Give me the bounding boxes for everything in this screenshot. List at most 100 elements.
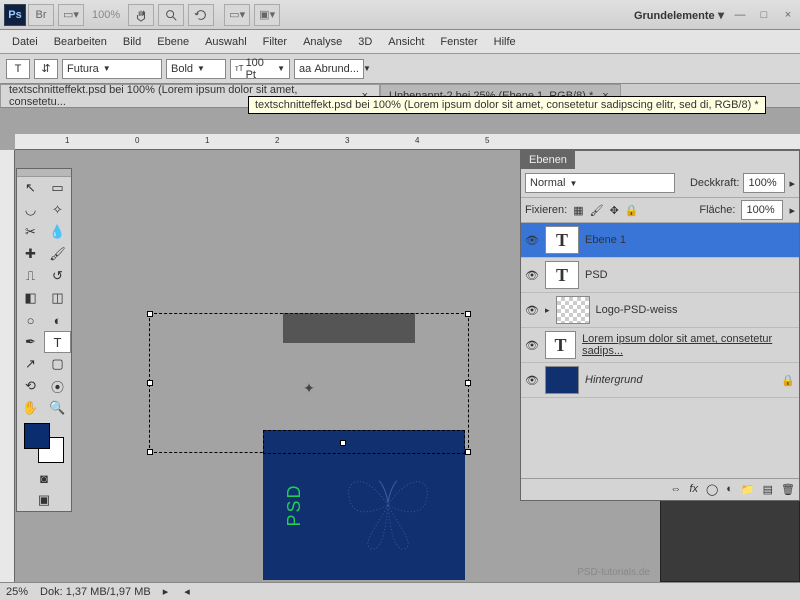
menu-ebene[interactable]: Ebene (149, 32, 197, 52)
screenmode-button[interactable]: ▣▾ (254, 4, 280, 26)
eraser-tool[interactable]: ◧ (17, 287, 44, 309)
menu-datei[interactable]: Datei (4, 32, 46, 52)
shape-tool[interactable]: ▢ (44, 353, 71, 375)
toolbox-handle[interactable] (17, 169, 71, 177)
bridge-button[interactable]: Br (28, 4, 54, 26)
pen-tool[interactable]: ✒ (17, 331, 44, 353)
eyedrop-tool[interactable]: 💧 (44, 221, 71, 243)
zoom-tool[interactable]: 🔍 (44, 397, 71, 419)
menu-3d[interactable]: 3D (350, 32, 380, 52)
toolbox: ↖ ▭ ◡ ✧ ✂ 💧 ✚ 🖌 ⎍ ↺ ◧ ◫ ○ ◐ ✒ T ↗ ▢ ⟲ ⦿ … (16, 168, 72, 512)
gradient-tool[interactable]: ◫ (44, 287, 71, 309)
fill-flyout[interactable]: ▸ (789, 204, 795, 217)
hand-tool[interactable]: ✋ (17, 397, 44, 419)
crop-tool[interactable]: ✂ (17, 221, 44, 243)
blend-mode-select[interactable]: Normal▼ (525, 173, 675, 193)
menu-ansicht[interactable]: Ansicht (380, 32, 432, 52)
history-tool[interactable]: ↺ (44, 265, 71, 287)
navigator-minimap[interactable] (660, 492, 800, 582)
close-button[interactable]: × (780, 9, 796, 21)
3d-cam-tool[interactable]: ⦿ (44, 375, 71, 397)
layer-row[interactable]: 👁 Hintergrund 🔒 (521, 363, 799, 398)
scroll-left-icon[interactable]: ◂ (184, 585, 190, 598)
fx-button[interactable]: fx (689, 483, 698, 496)
antialias-select[interactable]: aa Abrund...▼ (294, 59, 364, 79)
layer-name: Lorem ipsum dolor sit amet, consetetur s… (582, 333, 795, 357)
menu-analyse[interactable]: Analyse (295, 32, 350, 52)
zoom-tool-button[interactable] (158, 4, 184, 26)
fill-input[interactable]: 100% (741, 200, 783, 220)
workspace-switcher[interactable]: Grundelemente ▾ (634, 8, 724, 22)
handle-ne[interactable] (465, 311, 471, 317)
wand-tool[interactable]: ✧ (44, 199, 71, 221)
handle-mid[interactable] (340, 440, 346, 446)
handle-sw[interactable] (147, 449, 153, 455)
visibility-icon[interactable]: 👁 (525, 374, 539, 387)
type-tool[interactable]: T (44, 331, 71, 353)
rotate-view-button[interactable] (188, 4, 214, 26)
move-tool[interactable]: ↖ (17, 177, 44, 199)
status-flyout[interactable]: ▸ (163, 585, 169, 598)
group-button[interactable]: 📁 (741, 483, 755, 496)
marquee-tool[interactable]: ▭ (44, 177, 71, 199)
minimize-button[interactable]: — (732, 9, 748, 21)
maximize-button[interactable]: □ (756, 9, 772, 21)
handle-se[interactable] (465, 449, 471, 455)
menu-auswahl[interactable]: Auswahl (197, 32, 255, 52)
delete-layer-button[interactable]: 🗑 (781, 483, 795, 496)
font-family-select[interactable]: Futura▼ (62, 59, 162, 79)
visibility-icon[interactable]: 👁 (525, 269, 539, 282)
handle-nw[interactable] (147, 311, 153, 317)
font-weight-select[interactable]: Bold▼ (166, 59, 226, 79)
menu-bearbeiten[interactable]: Bearbeiten (46, 32, 115, 52)
3d-rotate-tool[interactable]: ⟲ (17, 375, 44, 397)
visibility-icon[interactable]: 👁 (525, 234, 539, 247)
layer-row[interactable]: 👁 T Lorem ipsum dolor sit amet, consetet… (521, 328, 799, 363)
color-swatches[interactable] (24, 423, 64, 463)
adjustment-button[interactable]: ◐ (726, 483, 733, 496)
handle-e[interactable] (465, 380, 471, 386)
layer-row[interactable]: 👁 T PSD (521, 258, 799, 293)
opacity-flyout[interactable]: ▸ (789, 177, 795, 190)
font-size-select[interactable]: тT100 Pt▼ (230, 59, 290, 79)
lasso-tool[interactable]: ◡ (17, 199, 44, 221)
new-layer-button[interactable]: ▤ (763, 483, 773, 496)
layers-tab[interactable]: Ebenen (521, 151, 575, 169)
visibility-icon[interactable]: 👁 (525, 339, 539, 352)
brush-tool[interactable]: 🖌 (44, 243, 71, 265)
menu-hilfe[interactable]: Hilfe (486, 32, 524, 52)
quickmask-toggle[interactable]: ◙ (17, 467, 71, 489)
screenmode-toggle[interactable]: ▣ (17, 489, 71, 511)
heal-tool[interactable]: ✚ (17, 243, 44, 265)
arrange-button[interactable]: ▭▾ (224, 4, 250, 26)
opacity-input[interactable]: 100% (743, 173, 785, 193)
stamp-tool[interactable]: ⎍ (17, 265, 44, 287)
viewmode-button[interactable]: ▭▾ (58, 4, 84, 26)
path-tool[interactable]: ↗ (17, 353, 44, 375)
pivot-icon[interactable]: ✦ (303, 380, 315, 397)
lock-move-icon[interactable]: ✥ (610, 204, 619, 217)
tab-tooltip: textschnitteffekt.psd bei 100% (Lorem ip… (248, 96, 766, 114)
lock-pixels-icon[interactable]: ▦ (573, 204, 583, 217)
dodge-tool[interactable]: ◐ (44, 309, 71, 331)
text-marquee[interactable] (263, 430, 465, 454)
type-tool-icon: T (6, 59, 30, 79)
lock-all-icon[interactable]: 🔒 (625, 204, 639, 217)
menu-bild[interactable]: Bild (115, 32, 149, 52)
menu-filter[interactable]: Filter (255, 32, 295, 52)
menu-fenster[interactable]: Fenster (432, 32, 485, 52)
mask-button[interactable]: ◯ (706, 483, 718, 496)
lock-brush-icon[interactable]: 🖌 (590, 204, 604, 217)
visibility-icon[interactable]: 👁 (525, 304, 539, 317)
hand-tool-button[interactable] (128, 4, 154, 26)
layer-row[interactable]: 👁 ▸ Logo-PSD-weiss (521, 293, 799, 328)
blur-tool[interactable]: ○ (17, 309, 44, 331)
layer-row[interactable]: 👁 T Ebene 1 (521, 223, 799, 258)
layer-thumbnail: T (545, 331, 576, 359)
orientation-toggle[interactable]: ⇵ (34, 59, 58, 79)
handle-w[interactable] (147, 380, 153, 386)
link-layers-button[interactable]: ⇔ (670, 483, 681, 496)
foreground-color-swatch[interactable] (24, 423, 50, 449)
zoom-level[interactable]: 25% (6, 586, 28, 598)
link-icon[interactable]: ▸ (545, 305, 550, 316)
